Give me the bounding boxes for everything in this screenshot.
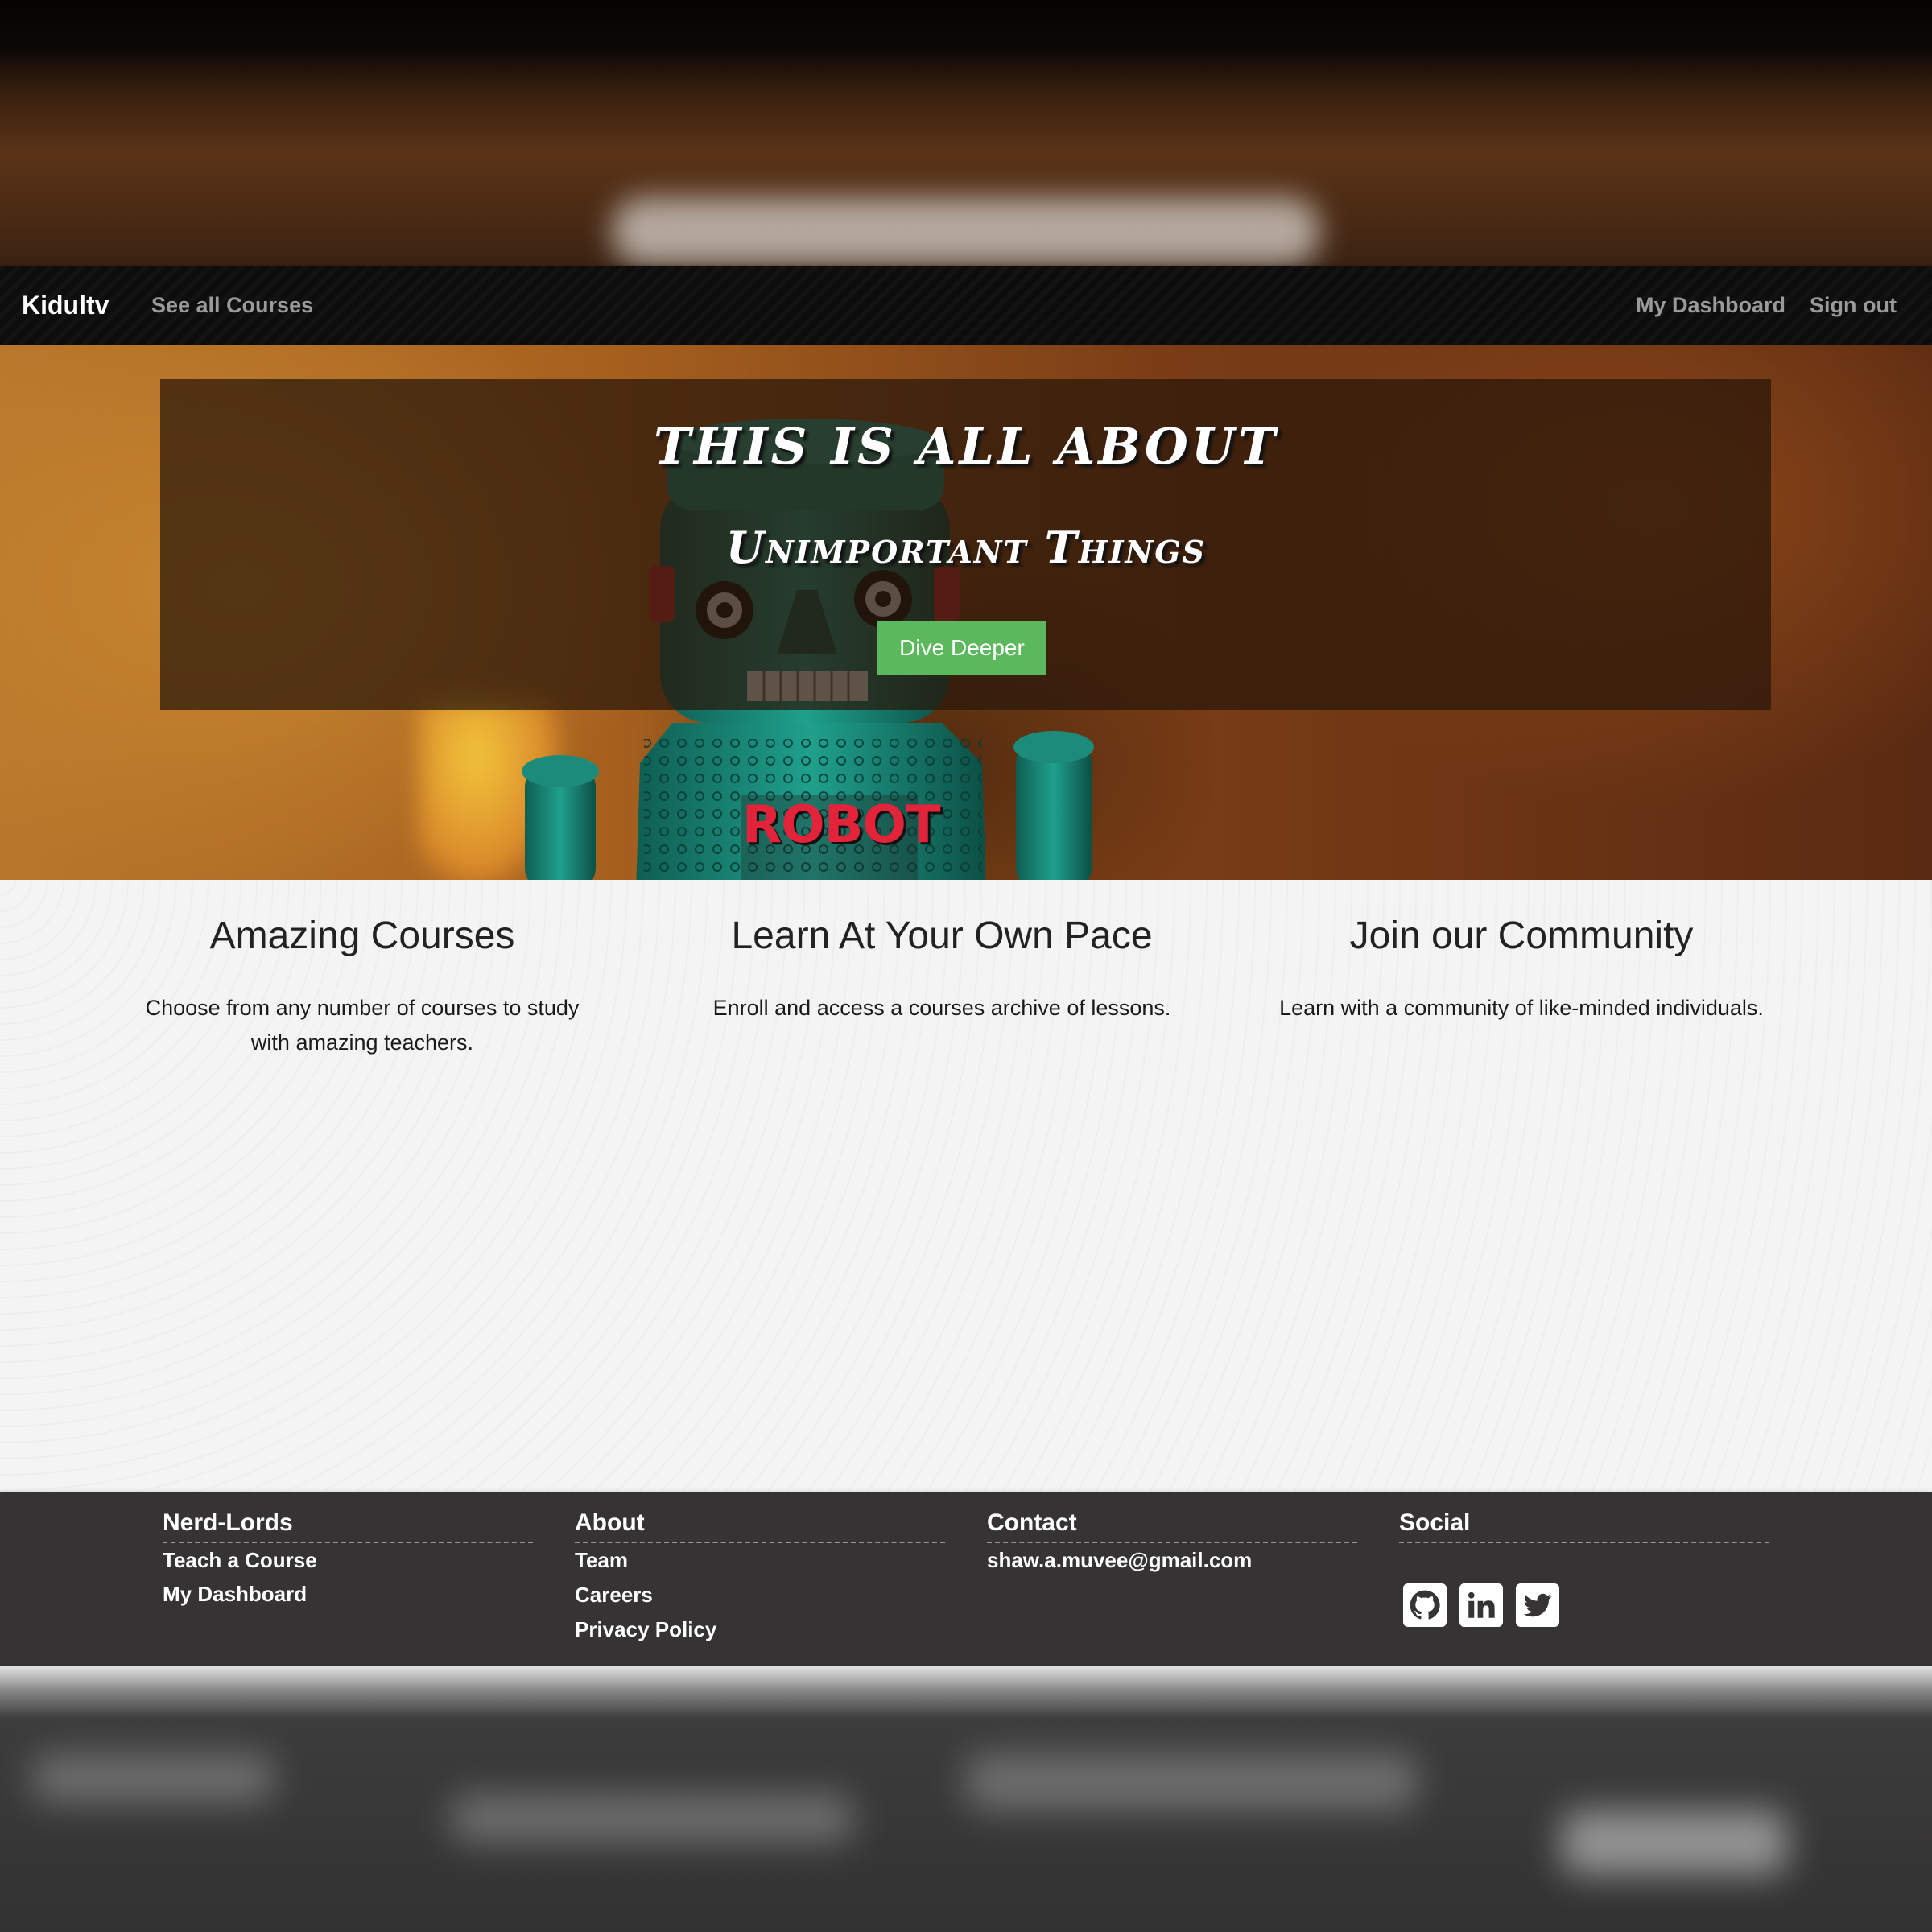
footer-heading: Nerd-Lords: [163, 1509, 533, 1543]
footer-link-teach-course[interactable]: Teach a Course: [163, 1543, 533, 1578]
feature-text: Learn with a community of like-minded in…: [1279, 996, 1764, 1020]
nav-my-dashboard[interactable]: My Dashboard: [1636, 266, 1785, 345]
feature-text: Choose from any number of courses to stu…: [145, 996, 580, 1055]
feature-learn-own-pace: Learn At Your Own Pace Enroll and access…: [676, 912, 1208, 1026]
footer-col-nerd-lords: Nerd-Lords Teach a Course My Dashboard: [163, 1509, 533, 1612]
footer-link-team[interactable]: Team: [575, 1543, 945, 1578]
footer-col-contact: Contact shaw.a.muvee@gmail.com: [987, 1509, 1357, 1578]
footer-heading: About: [575, 1509, 945, 1543]
feature-amazing-courses: Amazing Courses Choose from any number o…: [97, 912, 628, 1060]
nav-sign-out[interactable]: Sign out: [1810, 266, 1897, 345]
footer-heading: Social: [1399, 1509, 1769, 1543]
blurred-top-backdrop: [0, 0, 1932, 266]
feature-join-community: Join our Community Learn with a communit…: [1256, 912, 1787, 1026]
navbar: Kidultv See all Courses My Dashboard Sig…: [0, 266, 1932, 345]
footer-link-careers[interactable]: Careers: [575, 1578, 945, 1612]
nav-see-all-courses[interactable]: See all Courses: [151, 266, 313, 345]
footer-link-my-dashboard[interactable]: My Dashboard: [163, 1577, 533, 1612]
blurred-duck-toy: [419, 699, 564, 880]
site-footer: Nerd-Lords Teach a Course My Dashboard A…: [0, 1492, 1932, 1666]
dive-deeper-button[interactable]: Dive Deeper: [877, 621, 1046, 675]
feature-heading: Join our Community: [1349, 914, 1694, 957]
hero-title-line2: Unimportant Things: [725, 522, 1207, 573]
brand-logo-link[interactable]: Kidultv: [22, 266, 109, 345]
footer-heading: Contact: [987, 1509, 1357, 1543]
robot-label-text: ROBOT: [742, 795, 941, 855]
blurred-backdrop-shape: [612, 197, 1320, 266]
footer-contact-email[interactable]: shaw.a.muvee@gmail.com: [987, 1543, 1357, 1578]
twitter-icon[interactable]: [1516, 1583, 1559, 1627]
feature-text: Enroll and access a courses archive of l…: [712, 996, 1171, 1020]
footer-col-about: About Team Careers Privacy Policy: [575, 1509, 945, 1647]
hero-banner: ROBOT THIS IS ALL ABOUT Unimportant Thin…: [0, 345, 1932, 880]
hero-title-line1: THIS IS ALL ABOUT: [653, 417, 1279, 476]
blurred-bottom-backdrop: [0, 1666, 1932, 1932]
linkedin-icon[interactable]: [1459, 1583, 1503, 1627]
footer-col-social: Social: [1399, 1509, 1769, 1627]
feature-heading: Amazing Courses: [209, 914, 515, 957]
github-icon[interactable]: [1403, 1583, 1447, 1627]
footer-link-privacy-policy[interactable]: Privacy Policy: [575, 1612, 945, 1647]
feature-heading: Learn At Your Own Pace: [731, 914, 1153, 957]
features-section: Amazing Courses Choose from any number o…: [0, 880, 1932, 1492]
